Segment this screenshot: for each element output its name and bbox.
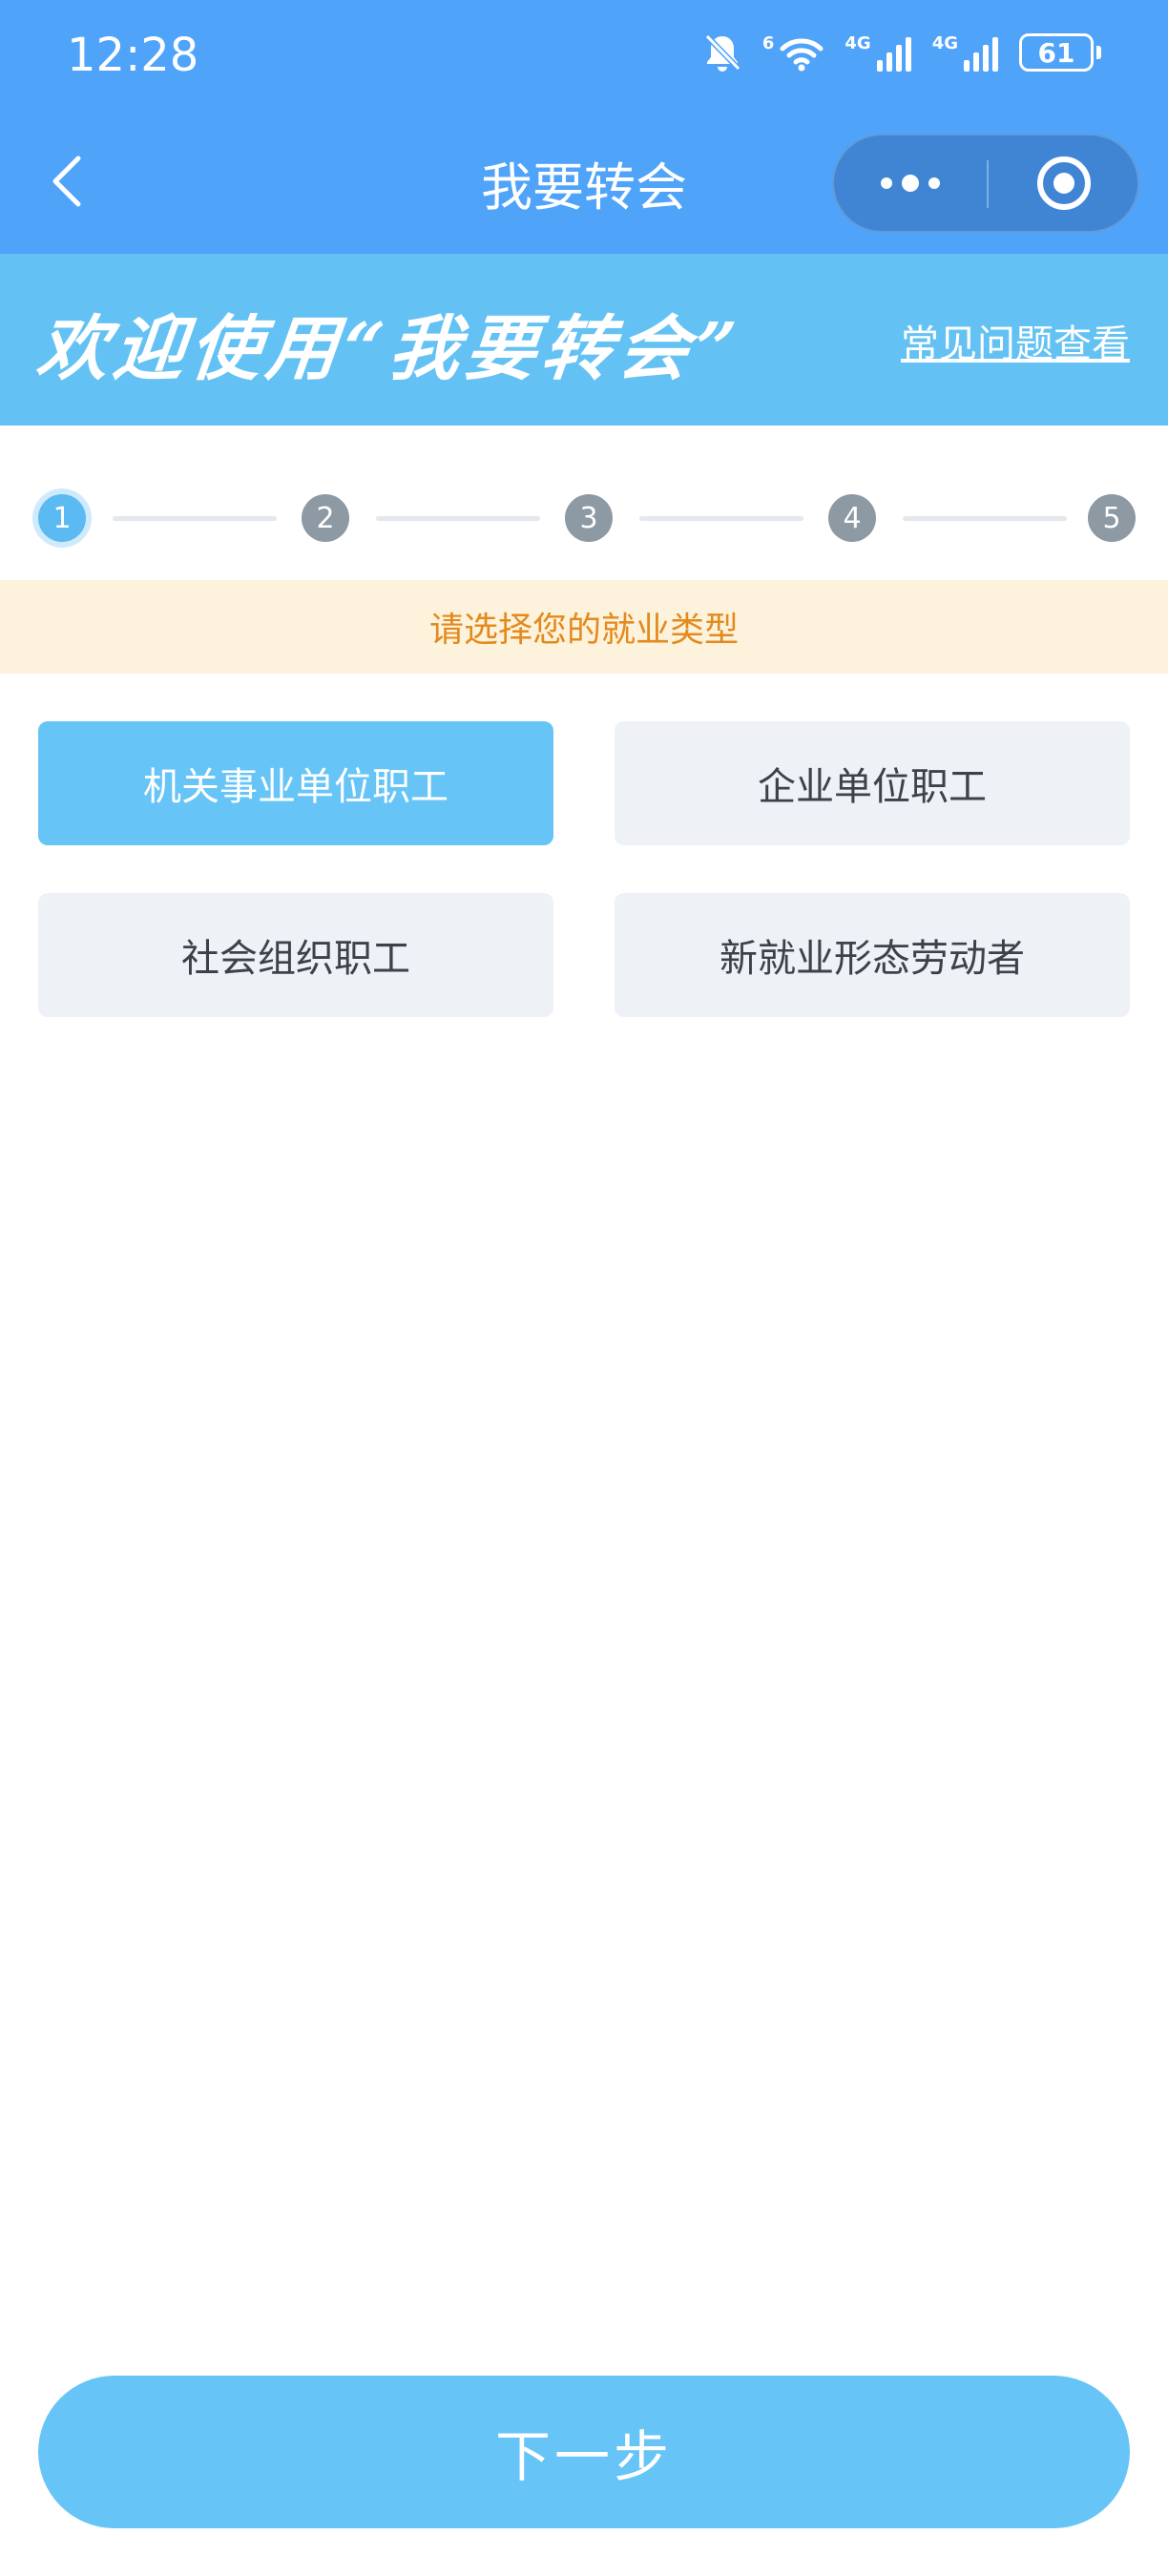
top-header: 12:28 6 4G 4G 61 我要转会 <box>0 0 1168 254</box>
hint-bar: 请选择您的就业类型 <box>0 580 1168 674</box>
step-connector <box>113 516 277 521</box>
status-icons: 6 4G 4G 61 <box>703 32 1101 73</box>
signal-icon <box>964 37 998 72</box>
status-time: 12:28 <box>67 29 199 82</box>
welcome-banner: 欢迎使用“我要转会” 常见问题查看 <box>0 254 1168 426</box>
more-button[interactable] <box>834 135 987 231</box>
step-2: 2 <box>302 494 349 542</box>
step-1: 1 <box>38 494 86 542</box>
signal-tag-1: 4G <box>845 33 871 53</box>
step-indicator: 1 2 3 4 5 <box>38 494 1136 544</box>
signal-indicator-2: 4G <box>932 33 998 72</box>
option-social-org-staff[interactable]: 社会组织职工 <box>38 893 553 1017</box>
option-new-employment-worker[interactable]: 新就业形态劳动者 <box>615 893 1130 1017</box>
close-button[interactable] <box>989 135 1139 231</box>
wifi-indicator: 6 <box>762 33 824 72</box>
wifi-tag: 6 <box>761 33 775 53</box>
step-connector <box>903 516 1067 521</box>
signal-icon <box>876 37 911 72</box>
option-government-staff[interactable]: 机关事业单位职工 <box>38 721 553 845</box>
step-5: 5 <box>1088 494 1136 542</box>
step-connector <box>639 516 803 521</box>
bell-off-icon <box>704 33 740 72</box>
step-3: 3 <box>565 494 613 542</box>
wifi-icon <box>780 38 824 72</box>
battery-level: 61 <box>1019 33 1094 72</box>
step-4: 4 <box>828 494 876 542</box>
welcome-text: 欢迎使用“我要转会” <box>32 308 745 390</box>
target-icon <box>1037 156 1091 210</box>
more-dots-icon <box>881 175 940 192</box>
option-enterprise-staff[interactable]: 企业单位职工 <box>615 721 1130 845</box>
mini-program-capsule <box>832 134 1139 233</box>
signal-tag-2: 4G <box>931 33 958 53</box>
faq-link[interactable]: 常见问题查看 <box>901 313 1130 368</box>
step-connector <box>376 516 540 521</box>
battery-icon: 61 <box>1019 33 1101 72</box>
next-step-button[interactable]: 下一步 <box>38 2376 1130 2528</box>
signal-indicator-1: 4G <box>845 33 911 72</box>
